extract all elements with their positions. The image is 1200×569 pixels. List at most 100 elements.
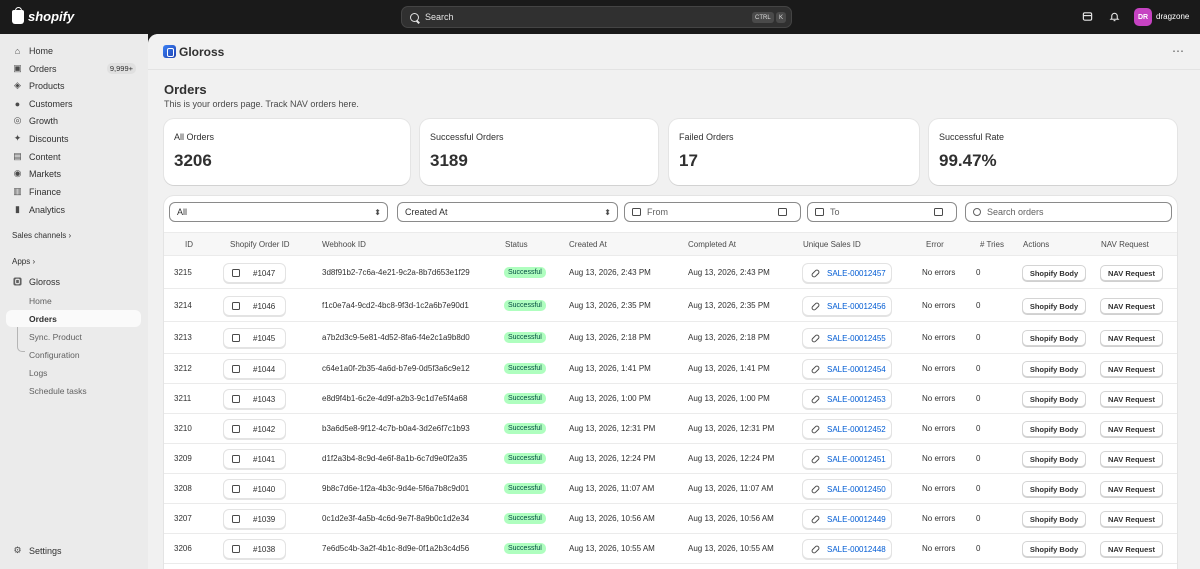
cell-tries: 0 (976, 544, 981, 553)
apps-label: Apps (12, 257, 31, 266)
shopify-body-button[interactable]: Shopify Body (1022, 361, 1086, 377)
cell-created-at: Aug 13, 2026, 1:00 PM (569, 394, 651, 403)
shopify-body-button[interactable]: Shopify Body (1022, 421, 1086, 437)
cell-webhook-id: d1f2a3b4-8c9d-4e6f-8a1b-6c7d9e0f2a35 (322, 454, 468, 463)
link-icon (810, 514, 821, 524)
cell-shopify-order-id: #1041 (253, 454, 276, 464)
cell-error: No errors (922, 544, 956, 553)
shopify-order-link-button[interactable]: #1038 (223, 539, 286, 559)
app-sub-sync-product[interactable]: Sync. Product (6, 328, 141, 345)
sidebar-item-growth[interactable]: ◎ Growth (6, 112, 141, 129)
sidebar-item-settings[interactable]: ⚙ Settings (6, 542, 141, 559)
search-orders-input[interactable]: Search orders (965, 202, 1172, 222)
app-sub-configuration[interactable]: Configuration (6, 346, 141, 363)
link-icon (810, 484, 821, 494)
unique-sales-id-button[interactable]: SALE-00012455 (802, 328, 892, 348)
app-sub-home[interactable]: Home (6, 292, 141, 309)
nav-request-button[interactable]: NAV Request (1100, 421, 1163, 437)
avatar[interactable]: DR (1134, 8, 1152, 26)
table-row: 3209 #1041 d1f2a3b4-8c9d-4e6f-8a1b-6c7d9e0… (164, 444, 1177, 474)
to-date-field[interactable]: To (807, 202, 957, 222)
nav-request-button[interactable]: NAV Request (1100, 330, 1163, 346)
nav-request-button[interactable]: NAV Request (1100, 481, 1163, 497)
page-subtitle: This is your orders page. Track NAV orde… (164, 99, 359, 109)
shopify-body-button[interactable]: Shopify Body (1022, 391, 1086, 407)
store-icon[interactable] (1081, 10, 1094, 23)
store-name[interactable]: dragzone (1156, 12, 1189, 21)
shopify-order-link-button[interactable]: #1047 (223, 263, 286, 283)
status-badge: Successful (504, 300, 546, 311)
sidebar-item-label: Products (29, 80, 65, 91)
unique-sales-id-button[interactable]: SALE-00012450 (802, 479, 892, 499)
bell-icon[interactable] (1108, 10, 1121, 23)
sales-channels-link[interactable]: Sales channels › (12, 231, 71, 240)
sidebar-item-markets[interactable]: ◉ Markets (6, 165, 141, 182)
sidebar-item-finance[interactable]: ▥ Finance (6, 183, 141, 200)
unique-sales-id-button[interactable]: SALE-00012452 (802, 419, 892, 439)
cell-id: 3211 (174, 394, 192, 403)
nav-request-button[interactable]: NAV Request (1100, 451, 1163, 467)
nav-request-button[interactable]: NAV Request (1100, 391, 1163, 407)
nav-request-button[interactable]: NAV Request (1100, 265, 1163, 281)
shopify-order-link-button[interactable]: #1046 (223, 296, 286, 316)
sidebar-item-content[interactable]: ▤ Content (6, 148, 141, 165)
shopify-order-link-button[interactable]: #1040 (223, 479, 286, 499)
app-sub-orders[interactable]: Orders (6, 310, 141, 327)
nav-request-button[interactable]: NAV Request (1100, 541, 1163, 557)
global-search[interactable]: Search CTRL K (401, 6, 792, 28)
sidebar-item-discounts[interactable]: ✦ Discounts (6, 130, 141, 147)
col-status: Status (505, 240, 528, 249)
cell-webhook-id: b3a6d5e8-9f12-4c7b-b0a4-3d2e6f7c1b93 (322, 424, 470, 433)
status-filter-select[interactable]: All ⬍ (169, 202, 388, 222)
sidebar-item-customers[interactable]: ● Customers (6, 95, 141, 112)
sidebar-item-orders[interactable]: ▣ Orders 9,999+ (6, 60, 141, 77)
from-date-field[interactable]: From (624, 202, 801, 222)
unique-sales-id-button[interactable]: SALE-00012456 (802, 296, 892, 316)
cell-created-at: Aug 13, 2026, 12:24 PM (569, 454, 656, 463)
shopify-logo[interactable]: shopify (12, 6, 74, 24)
shopify-body-button[interactable]: Shopify Body (1022, 265, 1086, 281)
unique-sales-id-button[interactable]: SALE-00012448 (802, 539, 892, 559)
shopify-order-link-button[interactable]: #1043 (223, 389, 286, 409)
status-badge: Successful (504, 543, 546, 554)
shopify-order-link-button[interactable]: #1039 (223, 509, 286, 529)
cell-shopify-order-id: #1042 (253, 424, 276, 434)
app-sub-schedule-tasks[interactable]: Schedule tasks (6, 382, 141, 399)
shopify-body-button[interactable]: Shopify Body (1022, 298, 1086, 314)
shopify-body-button[interactable]: Shopify Body (1022, 330, 1086, 346)
chevron-right-icon: › (68, 231, 72, 240)
unique-sales-id-button[interactable]: SALE-00012457 (802, 263, 892, 283)
shopify-body-button[interactable]: Shopify Body (1022, 451, 1086, 467)
shopify-body-button[interactable]: Shopify Body (1022, 541, 1086, 557)
app-sub-logs[interactable]: Logs (6, 364, 141, 381)
cell-tries: 0 (976, 514, 981, 523)
sidebar-item-gloross[interactable]: Gloross (6, 273, 141, 290)
nav-request-button[interactable]: NAV Request (1100, 298, 1163, 314)
stat-label: All Orders (174, 132, 215, 142)
unique-sales-id-button[interactable]: SALE-00012449 (802, 509, 892, 529)
sidebar-item-home[interactable]: ⌂ Home (6, 42, 141, 59)
shopify-order-link-button[interactable]: #1045 (223, 328, 286, 348)
shopify-order-link-button[interactable]: #1041 (223, 449, 286, 469)
apps-link[interactable]: Apps › (12, 257, 35, 266)
more-options-icon[interactable]: ⋯ (1172, 44, 1185, 58)
sidebar-item-products[interactable]: ◈ Products (6, 77, 141, 94)
cell-id: 3214 (174, 301, 192, 310)
unique-sales-id-button[interactable]: SALE-00012453 (802, 389, 892, 409)
sidebar-item-analytics[interactable]: ▮ Analytics (6, 201, 141, 218)
calendar-icon (934, 208, 943, 216)
shopify-order-link-button[interactable]: #1042 (223, 419, 286, 439)
shopify-order-link-button[interactable]: #1044 (223, 359, 286, 379)
nav-request-button[interactable]: NAV Request (1100, 361, 1163, 377)
shopify-body-button[interactable]: Shopify Body (1022, 481, 1086, 497)
stat-label: Successful Orders (430, 132, 504, 142)
shopify-body-button[interactable]: Shopify Body (1022, 511, 1086, 527)
stat-value: 3206 (174, 151, 212, 170)
nav-request-button[interactable]: NAV Request (1100, 511, 1163, 527)
sort-select[interactable]: Created At ⬍ (397, 202, 618, 222)
unique-sales-id-button[interactable]: SALE-00012451 (802, 449, 892, 469)
unique-sales-id-button[interactable]: SALE-00012454 (802, 359, 892, 379)
cell-completed-at: Aug 13, 2026, 11:07 AM (688, 484, 774, 493)
cell-created-at: Aug 13, 2026, 10:56 AM (569, 514, 655, 523)
table-row: 3206 #1038 7e6d5c4b-3a2f-4b1c-8d9e-0f1a2b3… (164, 534, 1177, 564)
